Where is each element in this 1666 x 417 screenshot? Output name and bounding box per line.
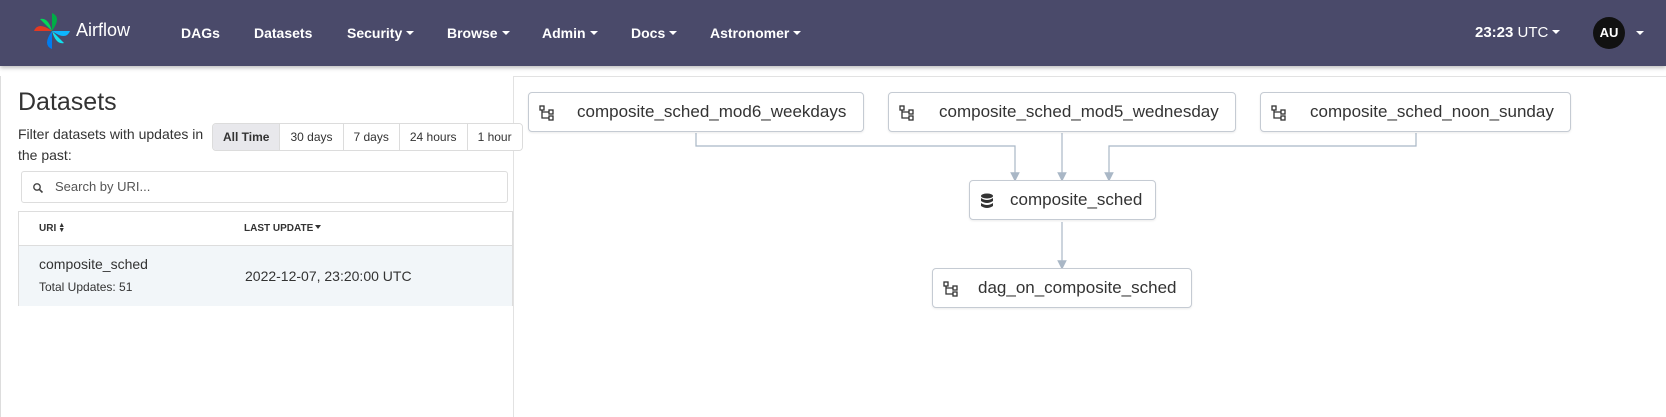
node-label: composite_sched_mod6_weekdays [577,102,847,121]
dataset-graph-edges [695,133,1417,270]
dag-icon [1271,105,1287,126]
graph-node-dag[interactable]: composite_sched_mod6_weekdays [528,92,864,132]
database-icon [980,193,994,214]
graph-node-dag[interactable]: dag_on_composite_sched [932,268,1192,308]
graph-edge [695,133,1020,182]
graph-node-dag[interactable]: composite_sched_mod5_wednesday [888,92,1236,132]
graph-node-dag[interactable]: composite_sched_noon_sunday [1260,92,1571,132]
node-label: dag_on_composite_sched [978,278,1177,297]
node-label: composite_sched_noon_sunday [1310,102,1554,121]
dag-icon [899,105,915,126]
graph-edge [1104,133,1417,182]
graph-node-dataset[interactable]: composite_sched [969,180,1156,220]
node-label: composite_sched [1010,190,1143,209]
dag-icon [539,105,555,126]
node-label: composite_sched_mod5_wednesday [939,102,1219,121]
dag-icon [943,281,959,302]
